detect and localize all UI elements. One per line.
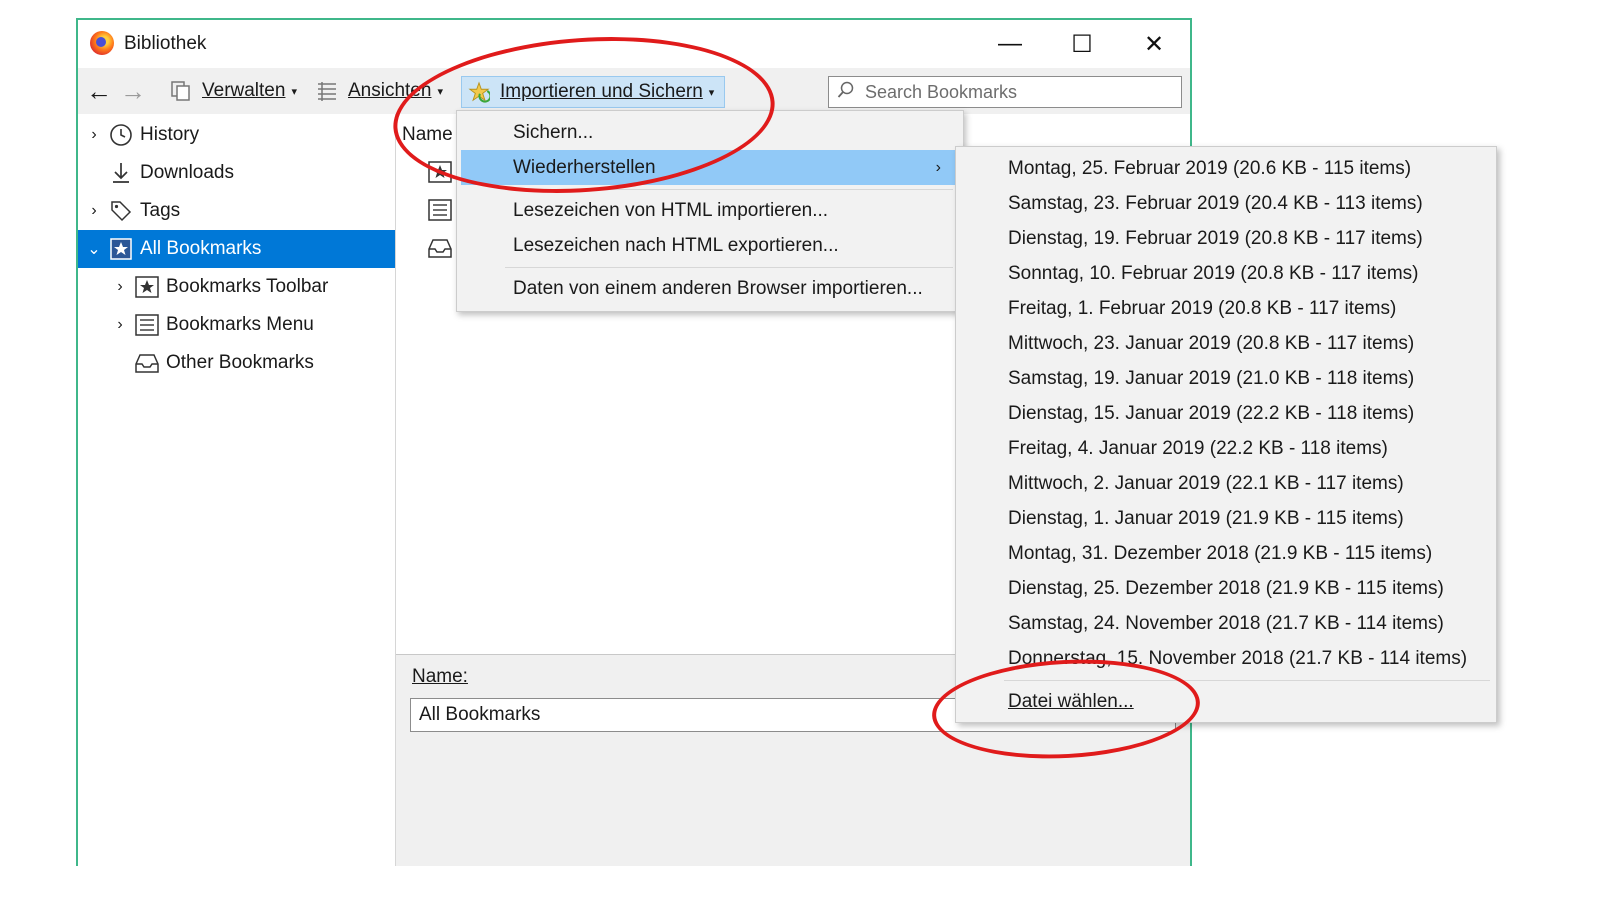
sidebar-item-label: Other Bookmarks <box>166 352 314 373</box>
sidebar-tree: › History Downloads › Tags ⌄ All Bookmar… <box>78 114 396 866</box>
import-star-icon <box>468 81 490 103</box>
close-button[interactable]: ✕ <box>1124 24 1184 64</box>
menu-item-export-html[interactable]: Lesezeichen nach HTML exportieren... <box>461 228 957 263</box>
views-label: Ansichten <box>348 80 432 101</box>
download-icon <box>108 160 134 186</box>
forward-button[interactable]: → <box>120 68 146 114</box>
firefox-logo-icon <box>90 31 114 55</box>
organize-icon <box>170 80 192 102</box>
sidebar-item-history[interactable]: › History <box>78 116 395 154</box>
search-icon <box>837 81 855 104</box>
sidebar-item-label: Bookmarks Menu <box>166 314 314 335</box>
backup-item[interactable]: Freitag, 1. Februar 2019 (20.8 KB - 117 … <box>1008 291 1396 326</box>
chevron-right-icon[interactable]: › <box>112 278 128 296</box>
backup-item[interactable]: Mittwoch, 2. Januar 2019 (22.1 KB - 117 … <box>1008 466 1404 501</box>
inbox-tray-icon <box>134 350 160 376</box>
toolbar-star-icon <box>426 158 454 186</box>
views-button[interactable]: Ansichten ▾ <box>316 68 443 114</box>
search-placeholder: Search Bookmarks <box>865 81 1018 102</box>
backup-item[interactable]: Donnerstag, 15. November 2018 (21.7 KB -… <box>1008 641 1467 676</box>
minimize-button[interactable]: — <box>980 24 1040 64</box>
sidebar-item-all-bookmarks[interactable]: ⌄ All Bookmarks <box>78 230 395 268</box>
backup-item[interactable]: Montag, 25. Februar 2019 (20.6 KB - 115 … <box>1008 151 1411 186</box>
chevron-right-icon: › <box>935 158 941 176</box>
sidebar-item-label: Bookmarks Toolbar <box>166 276 329 297</box>
menu-item-import-html[interactable]: Lesezeichen von HTML importieren... <box>461 193 957 228</box>
title-bar: Bibliothek — ☐ ✕ <box>78 20 1190 68</box>
column-header-name[interactable]: Name <box>402 124 453 146</box>
backup-item[interactable]: Sonntag, 10. Februar 2019 (20.8 KB - 117… <box>1008 256 1419 291</box>
bookmarks-star-icon <box>108 236 134 262</box>
search-input[interactable]: Search Bookmarks <box>828 76 1182 108</box>
sidebar-item-bookmarks-menu[interactable]: › Bookmarks Menu <box>78 306 395 344</box>
views-list-icon <box>316 80 338 102</box>
import-backup-label: Importieren und Sichern <box>500 81 703 102</box>
toolbar: ← → Verwalten ▾ Ansichten ▾ Importieren un… <box>78 68 1190 114</box>
clock-icon <box>108 122 134 148</box>
chevron-down-icon[interactable]: ⌄ <box>86 239 102 259</box>
inbox-tray-icon <box>426 234 454 262</box>
backup-item[interactable]: Dienstag, 1. Januar 2019 (21.9 KB - 115 … <box>1008 501 1404 536</box>
sidebar-item-label: Tags <box>140 200 181 221</box>
choose-file-item[interactable]: Datei wählen... <box>1008 684 1134 719</box>
sidebar-item-tags[interactable]: › Tags <box>78 192 395 230</box>
back-button[interactable]: ← <box>86 68 112 114</box>
menu-separator <box>1004 680 1490 681</box>
maximize-button[interactable]: ☐ <box>1052 24 1112 64</box>
menu-separator <box>505 189 953 190</box>
organize-label: Verwalten <box>202 80 286 101</box>
backup-item[interactable]: Samstag, 24. November 2018 (21.7 KB - 11… <box>1008 606 1444 641</box>
tag-icon <box>108 198 134 224</box>
chevron-down-icon: ▾ <box>437 85 443 98</box>
backup-item[interactable]: Dienstag, 15. Januar 2019 (22.2 KB - 118… <box>1008 396 1414 431</box>
backup-item[interactable]: Dienstag, 19. Februar 2019 (20.8 KB - 11… <box>1008 221 1423 256</box>
menu-item-backup[interactable]: Sichern... <box>461 115 957 150</box>
menu-item-import-browser[interactable]: Daten von einem anderen Browser importie… <box>461 271 957 306</box>
sidebar-item-label: All Bookmarks <box>140 238 262 259</box>
sidebar-item-bookmarks-toolbar[interactable]: › Bookmarks Toolbar <box>78 268 395 306</box>
sidebar-item-label: History <box>140 124 200 145</box>
menu-item-restore[interactable]: Wiederherstellen › <box>461 150 957 185</box>
arrow-left-icon: ← <box>86 75 112 106</box>
import-backup-button[interactable]: Importieren und Sichern ▾ <box>461 76 726 108</box>
toolbar-star-icon <box>134 274 160 300</box>
window-title: Bibliothek <box>124 33 207 54</box>
sidebar-item-downloads[interactable]: Downloads <box>78 154 395 192</box>
organize-button[interactable]: Verwalten ▾ <box>170 68 297 114</box>
import-backup-menu: Sichern... Wiederherstellen › Lesezeiche… <box>456 110 964 312</box>
chevron-down-icon: ▾ <box>708 86 715 99</box>
backup-item[interactable]: Dienstag, 25. Dezember 2018 (21.9 KB - 1… <box>1008 571 1444 606</box>
menu-list-icon <box>134 312 160 338</box>
arrow-right-icon: → <box>120 75 146 106</box>
backup-item[interactable]: Samstag, 19. Januar 2019 (21.0 KB - 118 … <box>1008 361 1414 396</box>
chevron-down-icon: ▾ <box>291 85 297 98</box>
restore-submenu: Montag, 25. Februar 2019 (20.6 KB - 115 … <box>955 146 1497 723</box>
sidebar-item-other-bookmarks[interactable]: Other Bookmarks <box>78 344 395 382</box>
name-field-label: Name: <box>412 666 468 687</box>
menu-separator <box>505 267 953 268</box>
backup-item[interactable]: Freitag, 4. Januar 2019 (22.2 KB - 118 i… <box>1008 431 1388 466</box>
chevron-right-icon[interactable]: › <box>86 126 102 144</box>
backup-item[interactable]: Mittwoch, 23. Januar 2019 (20.8 KB - 117… <box>1008 326 1414 361</box>
chevron-right-icon[interactable]: › <box>112 316 128 334</box>
backup-item[interactable]: Montag, 31. Dezember 2018 (21.9 KB - 115… <box>1008 536 1432 571</box>
chevron-right-icon[interactable]: › <box>86 202 102 220</box>
menu-list-icon <box>426 196 454 224</box>
backup-item[interactable]: Samstag, 23. Februar 2019 (20.4 KB - 113… <box>1008 186 1423 221</box>
sidebar-item-label: Downloads <box>140 162 234 183</box>
